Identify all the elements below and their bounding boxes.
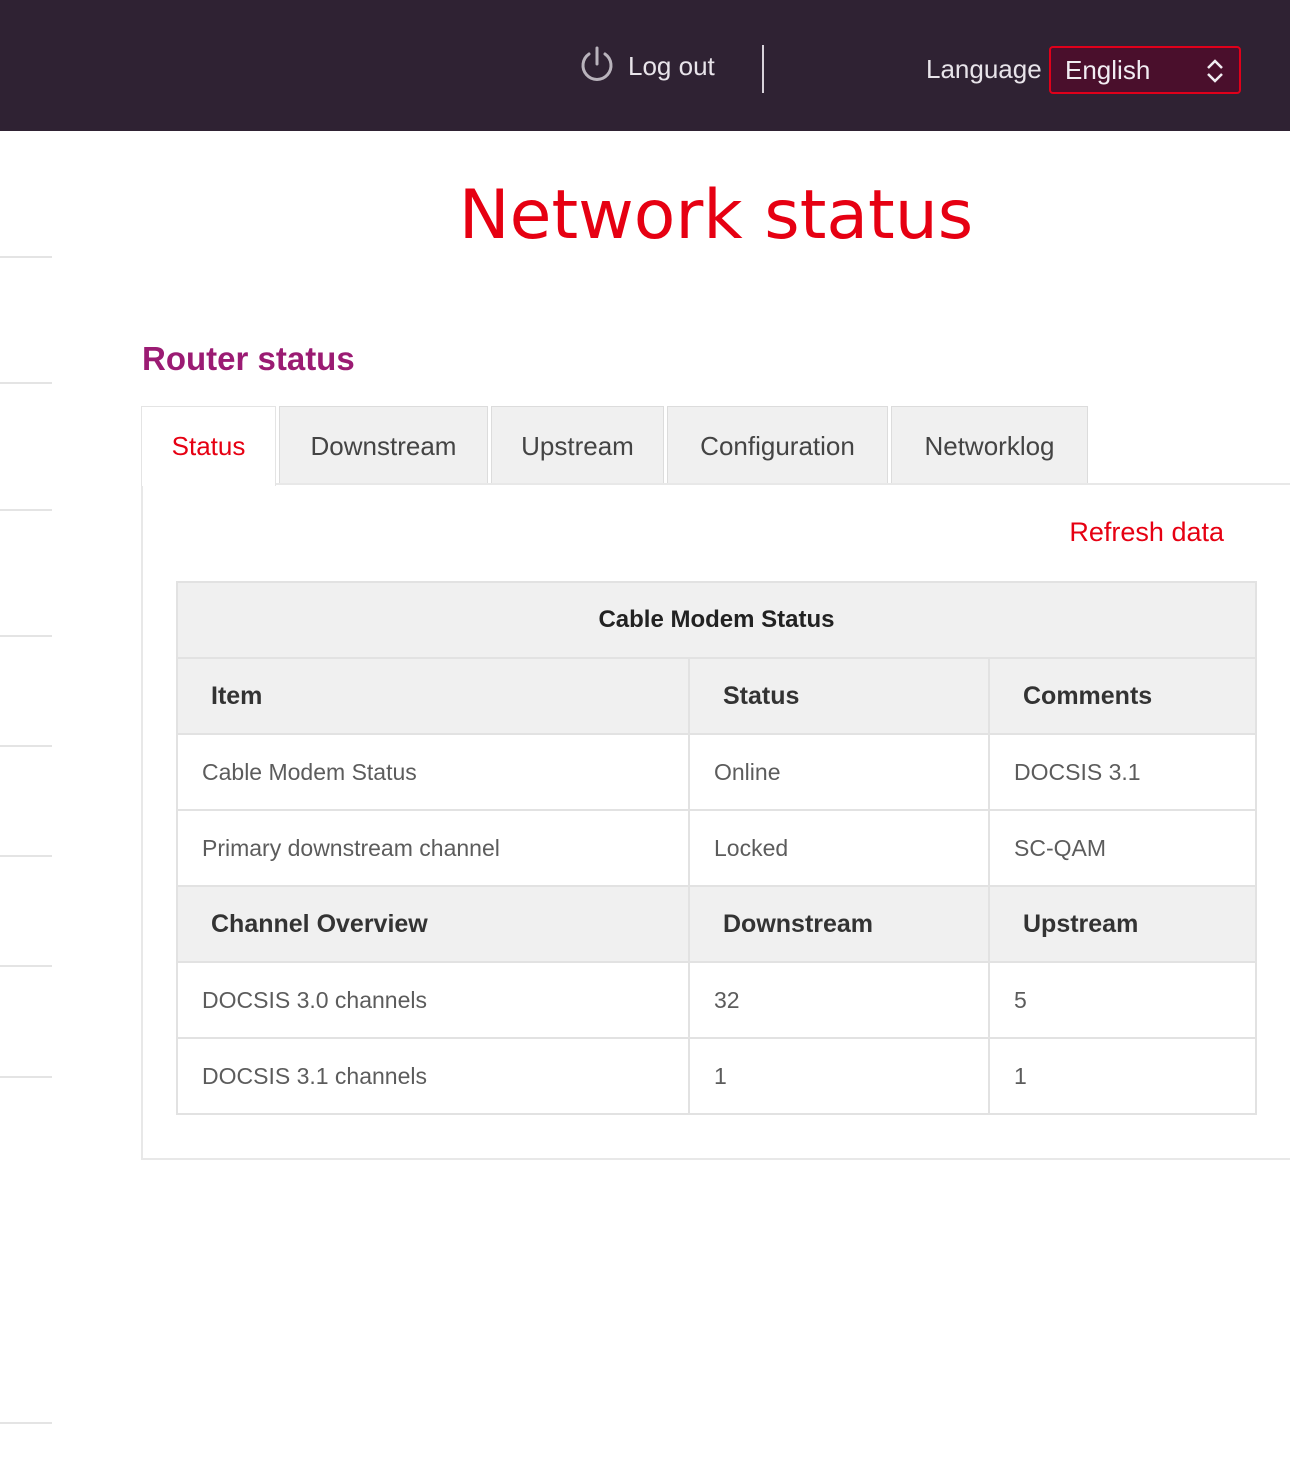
section-title: Router status: [142, 340, 355, 377]
top-bar: Log out Language English: [0, 0, 1290, 131]
sidebar-divider: [0, 509, 52, 511]
table-cell: Cable Modem Status: [176, 733, 690, 811]
table-caption: Cable Modem Status: [176, 581, 1257, 659]
table-cell: 1: [988, 1037, 1257, 1115]
table-row: Primary downstream channel Locked SC-QAM: [176, 809, 1257, 887]
sidebar-divider: [0, 635, 52, 637]
language-select[interactable]: English: [1049, 46, 1241, 94]
table-row: Cable Modem Status Online DOCSIS 3.1: [176, 733, 1257, 811]
sidebar-divider: [0, 1076, 52, 1078]
status-panel: Refresh data Cable Modem Status Item Sta…: [141, 483, 1290, 1160]
tab-bar: Status Downstream Upstream Configuration…: [141, 406, 1091, 486]
page-title: Network status: [458, 176, 974, 255]
table-cell: 5: [988, 961, 1257, 1039]
table-cell: DOCSIS 3.0 channels: [176, 961, 690, 1039]
sidebar-divider: [0, 256, 52, 258]
refresh-data-link[interactable]: Refresh data: [1069, 517, 1224, 548]
select-arrows-icon: [1207, 59, 1223, 83]
tab-upstream[interactable]: Upstream: [491, 406, 664, 485]
table-cell: DOCSIS 3.1 channels: [176, 1037, 690, 1115]
tab-configuration[interactable]: Configuration: [667, 406, 888, 485]
table-cell: 32: [688, 961, 990, 1039]
table-row: DOCSIS 3.0 channels 32 5: [176, 961, 1257, 1039]
tab-status[interactable]: Status: [141, 406, 276, 486]
sidebar-divider: [0, 855, 52, 857]
column-header: Comments: [988, 657, 1257, 735]
table-cell: 1: [688, 1037, 990, 1115]
language-selected-value: English: [1065, 54, 1151, 85]
topbar-divider: [762, 45, 764, 93]
logout-label: Log out: [628, 50, 715, 81]
tab-networklog[interactable]: Networklog: [891, 406, 1088, 485]
sidebar-divider: [0, 382, 52, 384]
cable-modem-status-table: Cable Modem Status Item Status Comments …: [176, 581, 1257, 1115]
column-header: Channel Overview: [176, 885, 690, 963]
table-cell: DOCSIS 3.1: [988, 733, 1257, 811]
table-header-row: Item Status Comments: [176, 657, 1257, 735]
logout-button[interactable]: Log out: [578, 44, 715, 88]
table-header-row: Channel Overview Downstream Upstream: [176, 885, 1257, 963]
tab-downstream[interactable]: Downstream: [279, 406, 488, 485]
sidebar-divider: [0, 745, 52, 747]
language-label: Language: [926, 54, 1042, 84]
column-header: Upstream: [988, 885, 1257, 963]
table-cell: Online: [688, 733, 990, 811]
power-icon: [581, 46, 613, 81]
column-header: Status: [688, 657, 990, 735]
table-cell: Locked: [688, 809, 990, 887]
sidebar-divider: [0, 965, 52, 967]
table-cell: SC-QAM: [988, 809, 1257, 887]
column-header: Item: [176, 657, 690, 735]
column-header: Downstream: [688, 885, 990, 963]
table-row: DOCSIS 3.1 channels 1 1: [176, 1037, 1257, 1115]
sidebar-divider: [0, 1422, 52, 1424]
table-cell: Primary downstream channel: [176, 809, 690, 887]
